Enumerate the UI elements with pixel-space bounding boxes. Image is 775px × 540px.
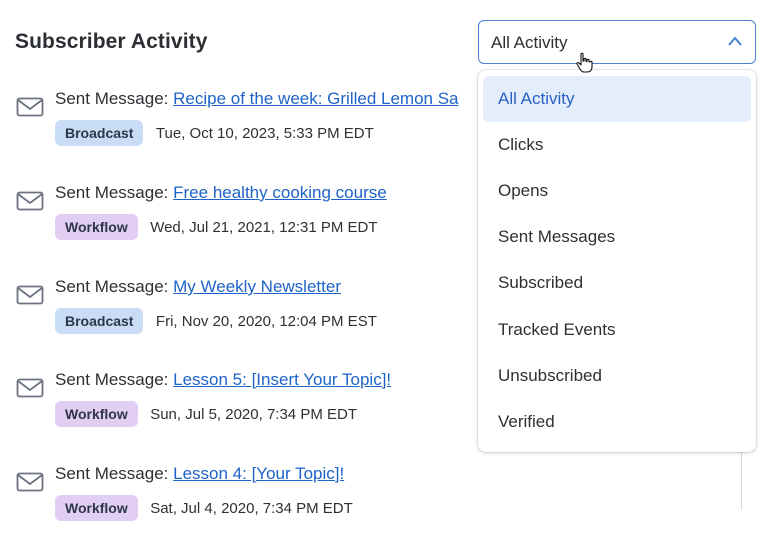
activity-meta: Broadcast Tue, Oct 10, 2023, 5:33 PM EDT <box>55 120 374 148</box>
activity-meta: Broadcast Fri, Nov 20, 2020, 12:04 PM ES… <box>55 308 377 336</box>
message-link[interactable]: Lesson 5: [Insert Your Topic]! <box>173 370 391 389</box>
chevron-up-icon <box>728 36 742 46</box>
filter-option-unsubscribed[interactable]: Unsubscribed <box>483 353 751 399</box>
activity-filter-select[interactable]: All Activity <box>478 20 756 64</box>
timestamp: Tue, Oct 10, 2023, 5:33 PM EDT <box>155 124 374 142</box>
message-link[interactable]: Free healthy cooking course <box>173 183 387 202</box>
selected-filter-value: All Activity <box>491 33 568 52</box>
activity-meta: Workflow Sun, Jul 5, 2020, 7:34 PM EDT <box>55 401 357 429</box>
activity-filter-menu: All Activity Clicks Opens Sent Messages … <box>478 70 756 452</box>
filter-option-clicks[interactable]: Clicks <box>483 122 751 168</box>
filter-option-label: Verified <box>498 412 555 431</box>
activity-description: Sent Message: Lesson 5: [Insert Your Top… <box>55 370 391 390</box>
message-link[interactable]: My Weekly Newsletter <box>173 277 341 296</box>
message-link[interactable]: Lesson 4: [Your Topic]! <box>173 464 344 483</box>
mail-icon <box>16 97 44 117</box>
filter-option-opens[interactable]: Opens <box>483 168 751 214</box>
activity-prefix: Sent Message: <box>55 183 169 202</box>
filter-option-label: Tracked Events <box>498 320 616 339</box>
timestamp: Sun, Jul 5, 2020, 7:34 PM EDT <box>150 405 357 423</box>
filter-option-subscribed[interactable]: Subscribed <box>483 260 751 306</box>
type-badge: Broadcast <box>55 308 144 334</box>
timestamp: Fri, Nov 20, 2020, 12:04 PM EST <box>155 312 377 330</box>
filter-option-label: Unsubscribed <box>498 366 602 385</box>
filter-option-tracked-events[interactable]: Tracked Events <box>483 307 751 353</box>
activity-item: Sent Message: Lesson 5: [Insert Your Top… <box>0 366 520 446</box>
filter-option-label: Opens <box>498 181 549 200</box>
mail-icon <box>16 285 44 305</box>
hand-cursor-icon <box>576 52 593 73</box>
message-link[interactable]: Recipe of the week: Grilled Lemon Sa <box>173 89 458 108</box>
activity-prefix: Sent Message: <box>55 89 169 108</box>
activity-item: Sent Message: Lesson 4: [Your Topic]! Wo… <box>0 460 520 540</box>
timestamp: Sat, Jul 4, 2020, 7:34 PM EDT <box>150 499 353 517</box>
filter-option-label: Subscribed <box>498 273 584 292</box>
filter-option-sent-messages[interactable]: Sent Messages <box>483 214 751 260</box>
activity-meta: Workflow Sat, Jul 4, 2020, 7:34 PM EDT <box>55 495 353 523</box>
type-badge: Workflow <box>55 214 138 240</box>
activity-prefix: Sent Message: <box>55 370 169 389</box>
activity-item: Sent Message: Free healthy cooking cours… <box>0 179 520 259</box>
activity-prefix: Sent Message: <box>55 464 169 483</box>
mail-icon <box>16 472 44 492</box>
type-badge: Workflow <box>55 495 138 521</box>
activity-description: Sent Message: My Weekly Newsletter <box>55 277 341 297</box>
activity-description: Sent Message: Free healthy cooking cours… <box>55 183 387 203</box>
activity-meta: Workflow Wed, Jul 21, 2021, 12:31 PM EDT <box>55 214 378 242</box>
activity-description: Sent Message: Lesson 4: [Your Topic]! <box>55 464 344 484</box>
activity-item: Sent Message: My Weekly Newsletter Broad… <box>0 273 520 353</box>
activity-prefix: Sent Message: <box>55 277 169 296</box>
filter-option-label: Sent Messages <box>498 227 616 246</box>
type-badge: Broadcast <box>55 120 144 146</box>
filter-option-verified[interactable]: Verified <box>483 399 751 445</box>
mail-icon <box>16 191 44 211</box>
filter-option-label: All Activity <box>498 89 575 108</box>
activity-item: Sent Message: Recipe of the week: Grille… <box>0 85 520 165</box>
type-badge: Workflow <box>55 401 138 427</box>
filter-option-all-activity[interactable]: All Activity <box>483 76 751 122</box>
timestamp: Wed, Jul 21, 2021, 12:31 PM EDT <box>150 218 378 236</box>
activity-description: Sent Message: Recipe of the week: Grille… <box>55 89 459 109</box>
panel-edge <box>741 450 742 510</box>
mail-icon <box>16 378 44 398</box>
filter-option-label: Clicks <box>498 135 544 154</box>
